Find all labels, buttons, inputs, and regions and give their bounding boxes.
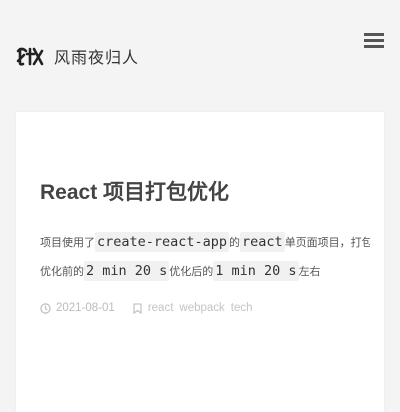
site-logo-link[interactable]: 风雨夜归人 [16,42,139,70]
post-date: 2021-08-01 [56,302,115,314]
inline-code: react [240,232,285,252]
excerpt-text: 的 [229,236,241,249]
excerpt-text: 优化后的 [169,265,214,278]
post-card: React 项目打包优化 项目使用了 create-react-app 的 react… [16,112,384,412]
clock-icon [40,302,51,314]
excerpt-text: 左右 [298,265,321,278]
excerpt-text: 单页面项目，打包时间过长，从 [284,236,370,249]
hamburger-icon-bar [364,39,384,42]
excerpt-text: 项目使用了 [40,236,95,249]
post-title[interactable]: React 项目打包优化 [40,176,229,206]
excerpt-text: 优化前的 [40,265,84,278]
hamburger-icon-bar [364,45,384,48]
excerpt-line: 项目使用了create-react-app的react单页面项目，打包时间过长，… [40,228,370,257]
site-title[interactable]: 风雨夜归人 [54,44,139,68]
hamburger-icon [364,33,384,36]
logo-icon [16,47,44,66]
post-excerpt: 项目使用了create-react-app的react单页面项目，打包时间过长，… [40,228,370,286]
tag-link[interactable]: react [148,302,174,314]
inline-code: create-react-app [95,232,230,252]
site-header: 风雨夜归人 [0,0,400,100]
inline-code: 1 min 20 s [213,261,299,281]
menu-toggle-button[interactable] [364,33,384,49]
inline-code: 2 min 20 s [84,261,170,281]
bookmark-icon [133,302,142,314]
tag-link[interactable]: tech [231,302,253,314]
post-meta: 2021-08-01 react webpack tech [40,302,253,314]
tag-link[interactable]: webpack [179,302,224,314]
excerpt-line: 优化前的 2 min 20 s 优化后的 1 min 20 s 左右 [40,257,370,286]
